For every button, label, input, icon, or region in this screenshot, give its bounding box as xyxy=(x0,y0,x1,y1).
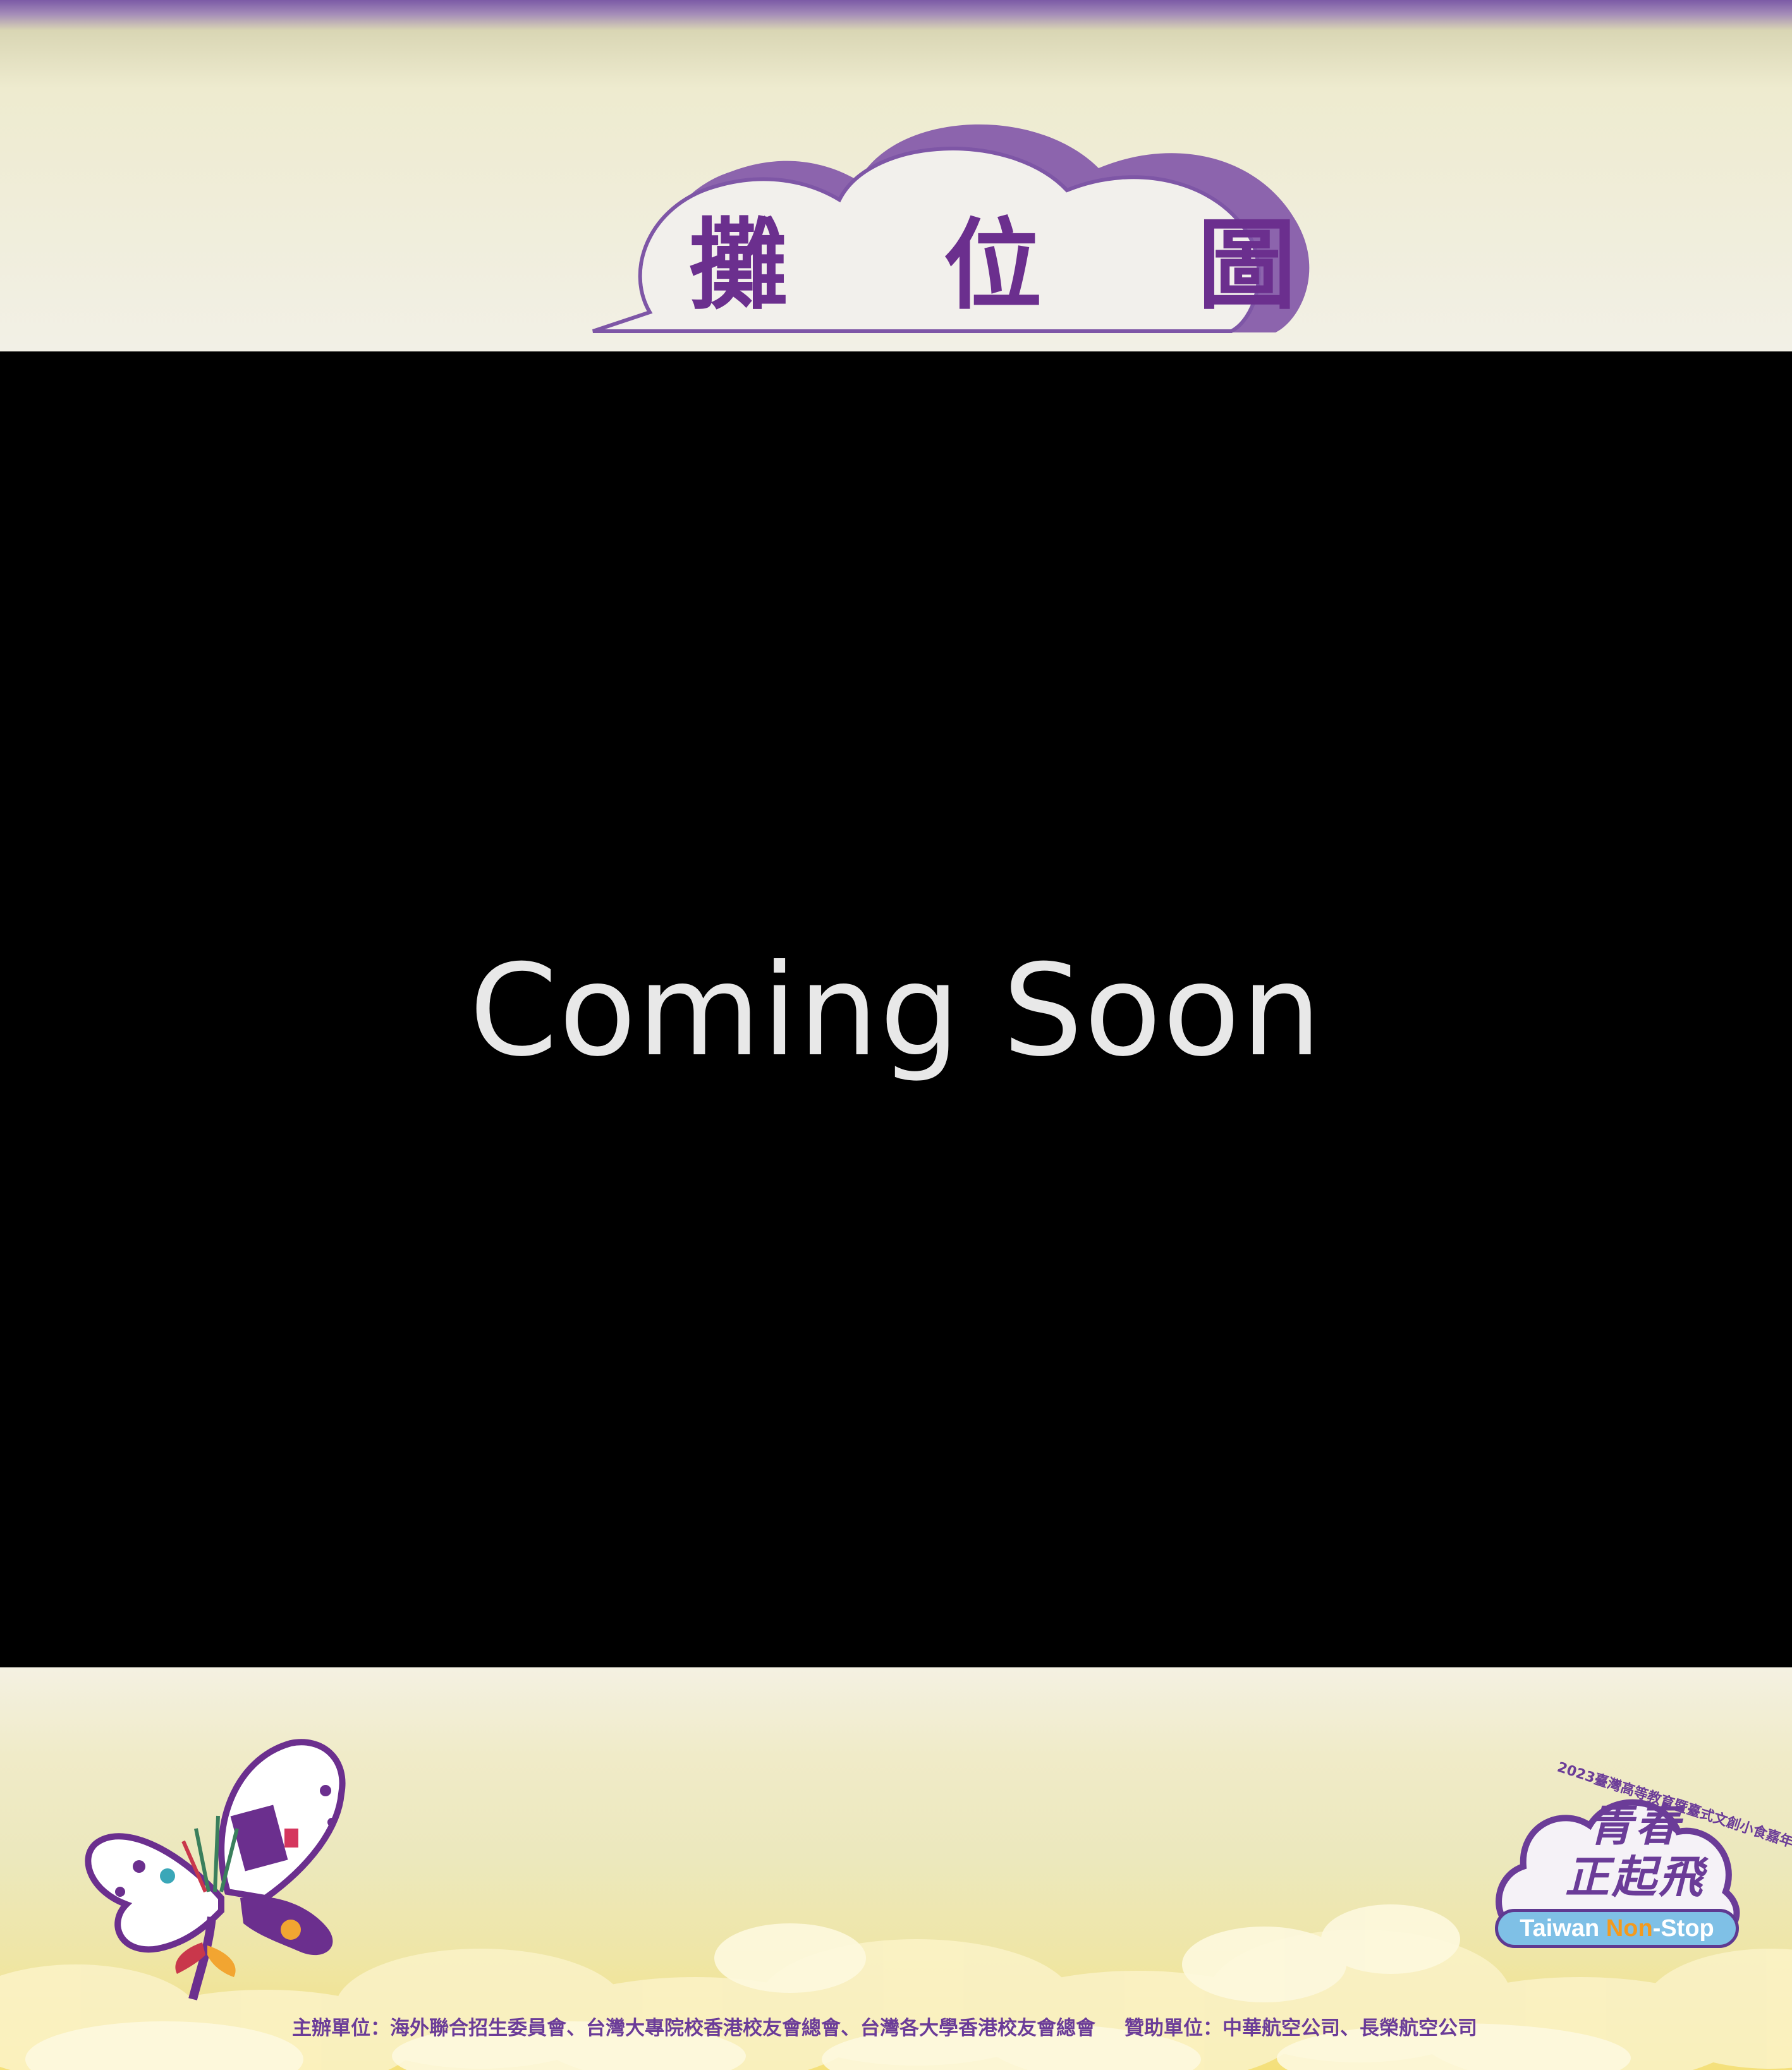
header-banner: 攤 位 圖 xyxy=(0,0,1792,351)
logo-line-1: 青春 xyxy=(1588,1799,1682,1851)
page-title: 攤 位 圖 xyxy=(689,208,1357,323)
coming-soon-message: Coming Soon xyxy=(469,937,1323,1085)
credits-line: 主辦單位：海外聯合招生委員會、台灣大專院校香港校友會總會、台灣各大學香港校友會總… xyxy=(292,2012,1619,2045)
sponsors-text: 贊助單位：中華航空公司、長榮航空公司 xyxy=(1125,2017,1477,2040)
logo-line-2: 正起飛 xyxy=(1565,1851,1705,1903)
logo-tagline-part2: Non xyxy=(1606,1915,1653,1942)
footer-banner: 2023臺灣高等教育暨臺式文創小食嘉年華 青春 正起飛 Taiwan Non-S… xyxy=(0,1667,1792,2070)
logo-tagline-pill: Taiwan Non-Stop xyxy=(1495,1909,1739,1948)
butterfly-illustration-icon xyxy=(85,1739,346,2000)
organizers-text: 主辦單位：海外聯合招生委員會、台灣大專院校香港校友會總會、台灣各大學香港校友會總… xyxy=(292,2017,1095,2040)
logo-tagline-part3: -Stop xyxy=(1652,1915,1714,1942)
logo-tagline-part1: Taiwan xyxy=(1520,1915,1606,1942)
